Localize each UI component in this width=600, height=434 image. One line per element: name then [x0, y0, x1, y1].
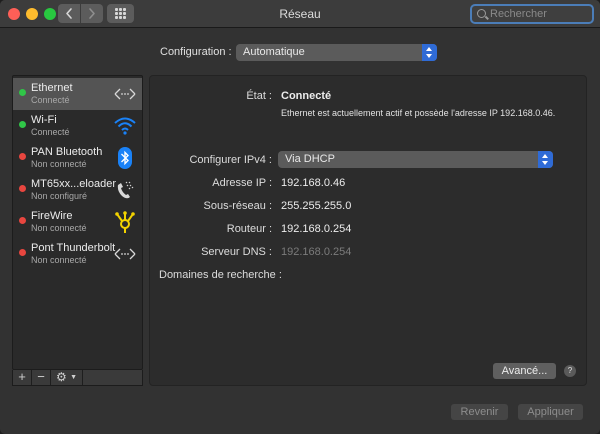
subnet-label: Sous-réseau : — [203, 200, 272, 212]
add-service-button[interactable]: + — [13, 370, 32, 385]
configuration-value: Automatique — [243, 46, 305, 58]
service-item-ethernet[interactable]: Ethernet Connecté — [13, 78, 142, 110]
gear-icon: ⚙ — [55, 370, 67, 384]
service-item-pan-bluetooth[interactable]: PAN Bluetooth Non connecté — [13, 142, 142, 174]
search-domains-label: Domaines de recherche : — [159, 269, 282, 281]
dns-server-value: 192.168.0.254 — [281, 246, 352, 258]
status-dot — [19, 217, 26, 224]
ipv4-config-value: Via DHCP — [285, 153, 335, 165]
service-list[interactable]: Ethernet Connecté Wi-Fi Connecté PAN Blu… — [12, 75, 143, 370]
firewire-icon — [115, 211, 135, 233]
service-status: Non configuré — [31, 191, 88, 201]
dns-server-label: Serveur DNS : — [201, 246, 272, 258]
apply-button[interactable]: Appliquer — [518, 404, 583, 420]
service-status: Non connecté — [31, 223, 87, 233]
state-label: État : — [246, 90, 272, 102]
gear-menu-button[interactable]: ⚙ ▼ — [51, 370, 83, 385]
up-down-arrows-icon — [538, 151, 553, 168]
revert-button[interactable]: Revenir — [451, 404, 508, 420]
up-down-arrows-icon — [422, 44, 437, 61]
title-bar: Réseau — [0, 0, 600, 28]
ethernet-arrows-icon — [114, 248, 136, 260]
service-item-mt65xx-preloader[interactable]: MT65xx...eloader Non configuré — [13, 174, 142, 206]
service-list-toolbar: + − ⚙ ▼ — [12, 370, 143, 386]
service-item-thunderbolt-bridge[interactable]: Pont Thunderbolt Non connecté — [13, 238, 142, 270]
remove-service-button[interactable]: − — [32, 370, 51, 385]
status-dot — [19, 89, 26, 96]
status-dot — [19, 185, 26, 192]
service-name: Wi-Fi — [31, 114, 57, 126]
configuration-label: Configuration : — [160, 46, 232, 58]
service-item-firewire[interactable]: FireWire Non connecté — [13, 206, 142, 238]
service-name: Ethernet — [31, 82, 73, 94]
ip-address-value: 192.168.0.46 — [281, 177, 346, 189]
status-dot — [19, 249, 26, 256]
service-name: PAN Bluetooth — [31, 146, 103, 158]
service-status: Non connecté — [31, 255, 87, 265]
advanced-button[interactable]: Avancé... — [493, 363, 556, 379]
search-field[interactable] — [470, 4, 594, 24]
service-status: Connecté — [31, 95, 70, 105]
service-name: FireWire — [31, 210, 73, 222]
ipv4-config-label: Configurer IPv4 : — [189, 154, 272, 166]
bluetooth-icon — [118, 147, 132, 169]
router-value: 192.168.0.254 — [281, 223, 352, 235]
ip-address-label: Adresse IP : — [212, 177, 272, 189]
chevron-down-icon: ▼ — [70, 373, 78, 381]
service-status: Non connecté — [31, 159, 87, 169]
network-preferences-window: Réseau Configuration : Automatique Ether… — [0, 0, 600, 434]
state-value: Connecté — [281, 90, 332, 102]
wifi-icon — [114, 117, 136, 135]
state-description: Ethernet est actuellement actif et possè… — [281, 108, 556, 118]
subnet-value: 255.255.255.0 — [281, 200, 352, 212]
service-name: MT65xx...eloader — [31, 178, 116, 190]
search-input[interactable] — [490, 7, 590, 21]
service-name: Pont Thunderbolt — [31, 242, 116, 254]
help-button[interactable]: ? — [564, 365, 576, 377]
status-dot — [19, 153, 26, 160]
service-detail-panel: État : Connecté Ethernet est actuellemen… — [149, 75, 587, 386]
ipv4-config-popup[interactable]: Via DHCP — [278, 151, 553, 168]
service-status: Connecté — [31, 127, 70, 137]
service-item-wifi[interactable]: Wi-Fi Connecté — [13, 110, 142, 142]
configuration-popup[interactable]: Automatique — [236, 44, 437, 61]
phone-icon — [117, 181, 134, 199]
status-dot — [19, 121, 26, 128]
router-label: Routeur : — [226, 223, 272, 235]
search-icon — [477, 9, 486, 18]
ethernet-arrows-icon — [114, 88, 136, 100]
